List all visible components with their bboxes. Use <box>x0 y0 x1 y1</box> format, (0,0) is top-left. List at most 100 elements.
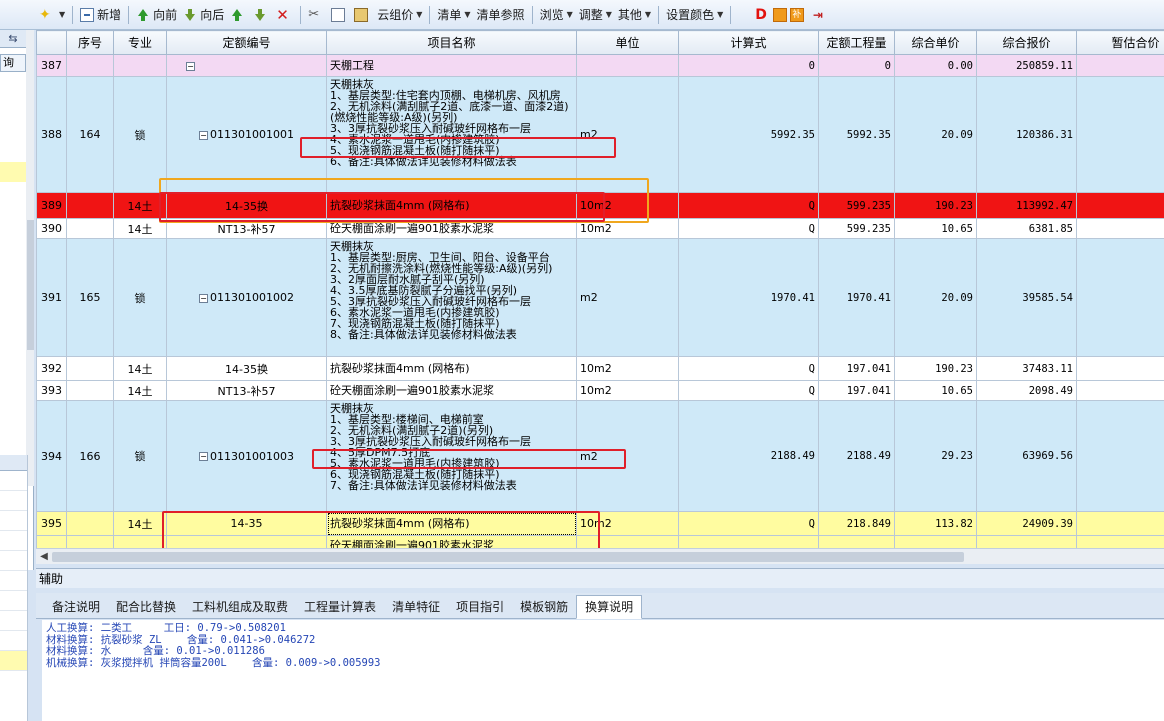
quota-code-cell[interactable]: 14-35 <box>166 511 327 536</box>
toolbar-new-button[interactable]: 新增 <box>77 4 124 26</box>
unit-price-cell[interactable]: 20.09 <box>894 76 977 193</box>
quota-code-cell[interactable]: −011301001002 <box>166 238 327 357</box>
item-name-cell[interactable]: 砼天棚面涂刷一遍901胶素水泥浆 <box>326 380 577 401</box>
formula-cell[interactable]: 2188.49 <box>678 400 819 512</box>
total-price-cell[interactable] <box>976 535 1077 548</box>
unit-price-cell[interactable]: 10.65 <box>894 380 977 401</box>
quota-quantity-cell[interactable]: 0 <box>818 54 895 77</box>
table-row[interactable]: 395 14土 14-35 抗裂砂浆抹面4mm (网格布) 10m2 Q 218.849 11… <box>36 511 1164 536</box>
specialty-cell[interactable]: 14土 <box>113 511 167 536</box>
total-price-cell[interactable]: 120386.31 <box>976 76 1077 193</box>
formula-cell[interactable]: 0 <box>678 54 819 77</box>
column-header[interactable]: 综合单价 <box>894 30 977 55</box>
table-row[interactable]: 砼天棚面涂刷一遍901胶素水泥浆 <box>36 535 1164 548</box>
tab-2[interactable]: 工料机组成及取费 <box>184 596 296 618</box>
quota-quantity-cell[interactable] <box>818 535 895 548</box>
toolbar-lightbulb-button[interactable]: ✦ ▼ <box>36 4 68 26</box>
table-row[interactable]: 390 14土 NT13-补57 砼天棚面涂刷一遍901胶素水泥浆 10m2 Q 599.2… <box>36 218 1164 239</box>
formula-cell[interactable]: 1970.41 <box>678 238 819 357</box>
item-name-cell[interactable]: 砼天棚面涂刷一遍901胶素水泥浆 <box>326 535 577 548</box>
unit-cell[interactable]: m2 <box>576 400 679 512</box>
column-header[interactable] <box>36 30 67 55</box>
table-row[interactable]: 392 14土 14-35换 抗裂砂浆抹面4mm (网格布) 10m2 Q 197.041 1… <box>36 356 1164 381</box>
unit-price-cell[interactable]: 190.23 <box>894 356 977 381</box>
total-price-cell[interactable]: 39585.54 <box>976 238 1077 357</box>
left-bottom-row[interactable] <box>0 531 27 551</box>
estimated-total-cell[interactable]: 0.0 <box>1076 218 1164 239</box>
column-header[interactable]: 项目名称 <box>326 30 577 55</box>
formula-cell[interactable]: 5992.35 <box>678 76 819 193</box>
toolbar-del-button[interactable]: ✕ <box>273 4 296 26</box>
unit-price-cell[interactable] <box>894 535 977 548</box>
quota-quantity-cell[interactable]: 5992.35 <box>818 76 895 193</box>
estimated-total-cell[interactable]: 0.0 <box>1076 76 1164 193</box>
left-scroll-thumb[interactable] <box>27 220 34 350</box>
formula-cell[interactable]: Q <box>678 380 819 401</box>
unit-cell[interactable]: m2 <box>576 76 679 193</box>
column-header[interactable]: 序号 <box>66 30 114 55</box>
toolbar-arrow-up-button[interactable] <box>227 4 250 26</box>
tab-0[interactable]: 备注说明 <box>44 596 108 618</box>
specialty-cell[interactable] <box>113 535 167 548</box>
specialty-cell[interactable]: 14土 <box>113 356 167 381</box>
toolbar-cut-button[interactable]: ✂ <box>305 4 328 26</box>
toolbar-orange-button-button[interactable]: 补 <box>770 4 810 26</box>
horizontal-scroll-thumb[interactable] <box>52 552 964 562</box>
left-bottom-row[interactable] <box>0 491 27 511</box>
unit-price-cell[interactable]: 10.65 <box>894 218 977 239</box>
specialty-cell[interactable]: 14土 <box>113 218 167 239</box>
total-price-cell[interactable]: 250859.11 <box>976 54 1077 77</box>
tab-7[interactable]: 换算说明 <box>576 595 643 619</box>
item-name-cell[interactable]: 天棚抹灰 1、基层类型:楼梯间、电梯前室 2、无机涂料(满刮腻子2道)(另列) 3、3… <box>326 400 577 512</box>
column-header[interactable]: 计算式 <box>678 30 819 55</box>
sequence-cell[interactable] <box>66 54 114 77</box>
table-row[interactable]: 393 14土 NT13-补57 砼天棚面涂刷一遍901胶素水泥浆 10m2 Q 197.0… <box>36 380 1164 401</box>
quota-code-cell[interactable]: −011301001001 <box>166 76 327 193</box>
sequence-cell[interactable] <box>66 535 114 548</box>
total-price-cell[interactable]: 24909.39 <box>976 511 1077 536</box>
left-bottom-row[interactable] <box>0 511 27 531</box>
unit-price-cell[interactable]: 190.23 <box>894 192 977 219</box>
table-row[interactable]: 394 166 锁 −011301001003 天棚抹灰 1、基层类型:楼梯间、电梯前室 2… <box>36 400 1164 512</box>
specialty-cell[interactable]: 锁 <box>113 238 167 357</box>
column-header[interactable]: 综合报价 <box>976 30 1077 55</box>
quota-code-cell[interactable]: NT13-补57 <box>166 380 327 401</box>
quota-quantity-cell[interactable]: 218.849 <box>818 511 895 536</box>
toolbar-forward-button[interactable]: 向前 <box>133 4 180 26</box>
left-bottom-row[interactable] <box>0 571 27 591</box>
total-price-cell[interactable]: 113992.47 <box>976 192 1077 219</box>
left-bottom-row[interactable] <box>0 591 27 611</box>
unit-cell[interactable]: 10m2 <box>576 192 679 219</box>
formula-cell[interactable]: Q <box>678 356 819 381</box>
estimated-total-cell[interactable]: 0.0 <box>1076 400 1164 512</box>
quota-quantity-cell[interactable]: 599.235 <box>818 192 895 219</box>
toolbar-paste-button[interactable] <box>351 4 374 26</box>
table-row[interactable]: 389 14土 14-35换 抗裂砂浆抹面4mm (网格布) 10m2 Q 599.235 1… <box>36 192 1164 219</box>
left-bottom-row[interactable] <box>0 551 27 571</box>
item-name-cell[interactable]: 抗裂砂浆抹面4mm (网格布) <box>326 511 577 536</box>
total-price-cell[interactable]: 6381.85 <box>976 218 1077 239</box>
sequence-cell[interactable] <box>66 511 114 536</box>
column-header[interactable]: 专业 <box>113 30 167 55</box>
left-bottom-row[interactable] <box>0 631 27 651</box>
estimated-total-cell[interactable] <box>1076 535 1164 548</box>
formula-cell[interactable]: Q <box>678 192 819 219</box>
unit-cell[interactable] <box>576 54 679 77</box>
collapse-icon[interactable]: − <box>186 61 195 71</box>
unit-cell[interactable]: 10m2 <box>576 511 679 536</box>
total-price-cell[interactable]: 63969.56 <box>976 400 1077 512</box>
toolbar-adjust-button[interactable]: 调整 ▼ <box>576 4 615 26</box>
left-toggle-button[interactable]: ⇆ <box>0 30 26 48</box>
left-bottom-row[interactable] <box>0 471 27 491</box>
toolbar-bill-button[interactable]: 清单 ▼ <box>434 4 473 26</box>
toolbar-other-button[interactable]: 其他 ▼ <box>615 4 654 26</box>
total-price-cell[interactable]: 37483.11 <box>976 356 1077 381</box>
sequence-cell[interactable]: 166 <box>66 400 114 512</box>
unit-cell[interactable]: 10m2 <box>576 356 679 381</box>
estimated-total-cell[interactable]: 0.0 <box>1076 380 1164 401</box>
tab-4[interactable]: 清单特征 <box>384 596 448 618</box>
quota-code-cell[interactable]: − <box>166 54 327 77</box>
unit-price-cell[interactable]: 29.23 <box>894 400 977 512</box>
unit-cell[interactable] <box>576 535 679 548</box>
table-row[interactable]: 391 165 锁 −011301001002 天棚抹灰 1、基层类型:厨房、卫生间、阳台… <box>36 238 1164 357</box>
